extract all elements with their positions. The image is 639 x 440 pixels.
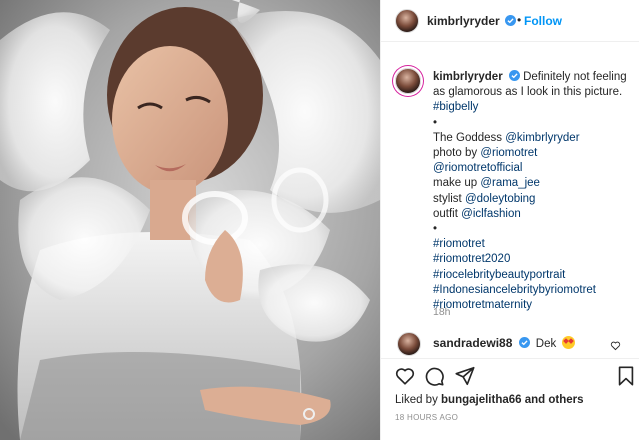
- liked-by-user[interactable]: bungajelitha66: [441, 394, 522, 406]
- liked-by-summary: Liked by bungajelitha66 and others: [395, 394, 584, 406]
- separator-dot: •: [517, 13, 522, 27]
- bookmark-icon[interactable]: [615, 365, 637, 387]
- caption-time-ago[interactable]: 18h: [433, 306, 451, 318]
- verified-badge-icon: [518, 337, 530, 348]
- heart-eyes-emoji-icon: [562, 336, 576, 349]
- comments-section[interactable]: kimbrlyryder Definitely not feeling as g…: [381, 42, 639, 358]
- liked-by-others[interactable]: and others: [522, 394, 584, 406]
- hashtag-link[interactable]: #riocelebritybeautyportrait: [433, 268, 629, 283]
- mention-link[interactable]: @riomotretofficial: [433, 162, 522, 174]
- credit-line: make up @rama_jee: [433, 177, 540, 190]
- comment-bubble-icon[interactable]: [423, 365, 445, 387]
- post-header: kimbrlyryder • Follow: [381, 0, 639, 42]
- mention-link[interactable]: @kimbrlyryder: [505, 132, 579, 144]
- portrait-image: [0, 0, 380, 440]
- heart-icon[interactable]: [394, 365, 416, 387]
- verified-badge-icon: [505, 15, 516, 26]
- hashtag-link[interactable]: #riomotretmaternity: [433, 298, 629, 313]
- post-photo[interactable]: [0, 0, 380, 440]
- credit-line: stylist @doleytobing: [433, 192, 536, 205]
- credit-line: The Goddess @kimbrlyryder: [433, 131, 580, 144]
- mention-link[interactable]: @rama_jee: [480, 177, 540, 189]
- follow-button[interactable]: Follow: [524, 14, 562, 28]
- credit-line: @riomotretofficial: [433, 161, 629, 176]
- comment-text: Dek: [535, 338, 557, 350]
- liked-by-prefix: Liked by: [395, 394, 442, 406]
- caption-avatar[interactable]: [395, 68, 421, 94]
- comment-username[interactable]: sandradewi88: [433, 336, 512, 350]
- post-actions: Liked by bungajelitha66 and others 18 HO…: [381, 358, 639, 440]
- post-side-panel: kimbrlyryder • Follow kimbrlyryder Defin…: [380, 0, 639, 440]
- credit-line: outfit @iclfashion: [433, 207, 521, 220]
- caption-bullet: •: [433, 116, 438, 129]
- hashtag-link[interactable]: #riomotret2020: [433, 252, 629, 267]
- comment-like-heart-icon[interactable]: [610, 340, 621, 351]
- credit-line: photo by @riomotret: [433, 147, 538, 160]
- post-timestamp[interactable]: 18 HOURS AGO: [395, 413, 458, 422]
- post-caption: kimbrlyryder Definitely not feeling as g…: [433, 70, 629, 313]
- caption-bullet: •: [433, 223, 438, 236]
- hashtag-link[interactable]: #riomotret: [433, 237, 629, 252]
- mention-link[interactable]: @doleytobing: [465, 193, 536, 205]
- comment-avatar[interactable]: [397, 332, 421, 356]
- header-username[interactable]: kimbrlyryder: [427, 14, 500, 28]
- avatar[interactable]: [395, 9, 419, 33]
- mention-link[interactable]: @riomotret: [480, 147, 537, 159]
- verified-badge-icon: [508, 70, 520, 81]
- paper-plane-icon[interactable]: [454, 365, 476, 387]
- mention-link[interactable]: @iclfashion: [461, 208, 521, 220]
- comment-item: sandradewi88 Dek: [433, 336, 576, 350]
- hashtag-link[interactable]: #Indonesiancelebritybyriomotret: [433, 283, 629, 298]
- caption-username[interactable]: kimbrlyryder: [433, 71, 503, 83]
- hashtag-link[interactable]: #bigbelly: [433, 100, 629, 115]
